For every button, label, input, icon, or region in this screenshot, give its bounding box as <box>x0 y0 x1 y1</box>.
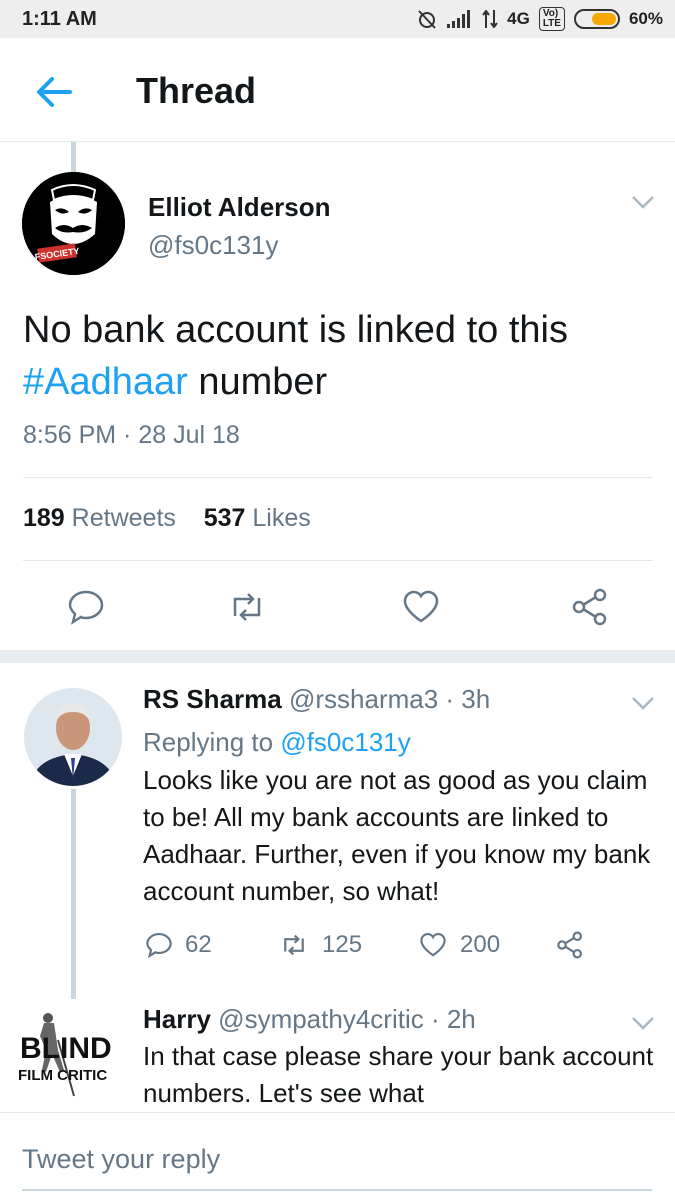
reply-header: RS Sharma @rssharma3 · 3h <box>143 684 490 715</box>
reply-actions: 62 125 200 <box>143 927 623 963</box>
reply-author-handle[interactable]: @sympathy4critic <box>218 1004 424 1034</box>
avatar[interactable] <box>24 688 122 786</box>
logo-text-film-critic: FILM CRITIC <box>18 1067 107 1084</box>
tweet-timestamp: 8:56 PM · 28 Jul 18 <box>23 421 240 449</box>
likes-count: 537 <box>203 504 246 532</box>
author-handle[interactable]: @fs0c131y <box>148 230 278 261</box>
volte-icon: Vo) LTE <box>538 7 565 31</box>
data-arrows-icon <box>482 10 498 28</box>
section-separator <box>0 650 675 663</box>
battery-icon <box>573 9 620 29</box>
retweet-button[interactable] <box>225 585 269 629</box>
heart-icon <box>420 932 446 957</box>
share-icon <box>557 931 582 959</box>
author-name[interactable]: Elliot Alderson <box>148 192 331 223</box>
share-button[interactable] <box>568 585 612 629</box>
logo-text-blind: BLIND <box>20 1032 112 1065</box>
back-button[interactable] <box>30 72 80 112</box>
person-photo-icon <box>24 688 122 786</box>
like-count: 200 <box>460 931 501 958</box>
heart-icon <box>403 590 439 623</box>
like-button[interactable]: 200 <box>416 927 500 963</box>
reply-icon <box>146 932 172 959</box>
chevron-down-icon[interactable] <box>630 695 656 711</box>
status-bar: 1:11 AM 4G Vo) LTE 60% <box>0 0 675 38</box>
retweets-count: 189 <box>23 504 65 532</box>
retweets-stat[interactable]: 189 Retweets <box>23 504 176 532</box>
divider <box>23 560 653 561</box>
retweet-count: 125 <box>322 931 363 958</box>
chevron-down-icon[interactable] <box>630 1015 656 1031</box>
battery-fill <box>591 13 616 25</box>
reply-author-name[interactable]: Harry <box>143 1004 211 1034</box>
network-type: 4G <box>507 9 530 28</box>
replying-to: Replying to @fs0c131y <box>143 727 411 758</box>
tweet-text: No bank account is linked to this #Aadha… <box>23 304 653 408</box>
likes-stat[interactable]: 537 Likes <box>204 504 311 532</box>
likes-label: Likes <box>252 504 311 532</box>
tweet-reply-input[interactable] <box>22 1139 642 1179</box>
avatar[interactable]: FSOCIETY <box>22 172 125 275</box>
thread-line <box>71 789 76 999</box>
divider <box>23 477 653 478</box>
tweet-text-part: number <box>187 361 328 403</box>
reply-count: 62 <box>185 931 212 958</box>
fsociety-mask-icon: FSOCIETY <box>22 172 125 275</box>
reply-text: Looks like you are not as good as you cl… <box>143 765 651 906</box>
retweets-label: Retweets <box>71 504 176 532</box>
battery-percent: 60% <box>628 9 663 28</box>
page-title: Thread <box>136 70 257 111</box>
reply-author-handle[interactable]: @rssharma3 <box>289 684 438 714</box>
reply-author-name[interactable]: RS Sharma <box>143 684 282 714</box>
reply-header: Harry @sympathy4critic · 2h <box>143 1004 476 1035</box>
reply-icon <box>68 590 104 625</box>
replying-to-label: Replying to <box>143 727 274 757</box>
app-bar: Thread <box>0 38 675 142</box>
retweet-icon <box>284 934 304 956</box>
thread-line <box>71 142 76 172</box>
reply-time: · 3h <box>445 684 491 714</box>
input-underline <box>22 1189 652 1191</box>
status-icons: 4G Vo) LTE 60% <box>416 7 663 31</box>
alarm-off-icon <box>416 8 438 30</box>
reply-button[interactable] <box>64 585 108 629</box>
retweet-icon <box>233 593 261 621</box>
hashtag-link[interactable]: #Aadhaar <box>23 361 188 403</box>
reply-text: In that case please share your bank acco… <box>143 1041 654 1108</box>
like-button[interactable] <box>399 585 443 629</box>
status-time: 1:11 AM <box>22 8 97 30</box>
reply-time: · 2h <box>430 1004 476 1034</box>
chevron-down-icon[interactable] <box>630 194 656 210</box>
reply-button[interactable]: 62 <box>143 927 212 963</box>
retweet-button[interactable]: 125 <box>276 927 362 963</box>
tweet-text-part: No bank account is linked to this <box>23 309 568 351</box>
tweet-stats: 189 Retweets 537 Likes <box>23 504 311 533</box>
reply-composer <box>0 1112 675 1200</box>
share-icon <box>572 588 607 626</box>
avatar[interactable]: BLIND FILM CRITIC <box>18 1010 128 1102</box>
share-button[interactable] <box>553 927 587 963</box>
blind-film-critic-logo-icon: BLIND FILM CRITIC <box>18 1013 112 1097</box>
signal-icon <box>447 10 473 28</box>
arrow-left-icon <box>37 77 72 107</box>
replying-to-link[interactable]: @fs0c131y <box>280 727 410 757</box>
tweet-actions <box>0 585 675 629</box>
